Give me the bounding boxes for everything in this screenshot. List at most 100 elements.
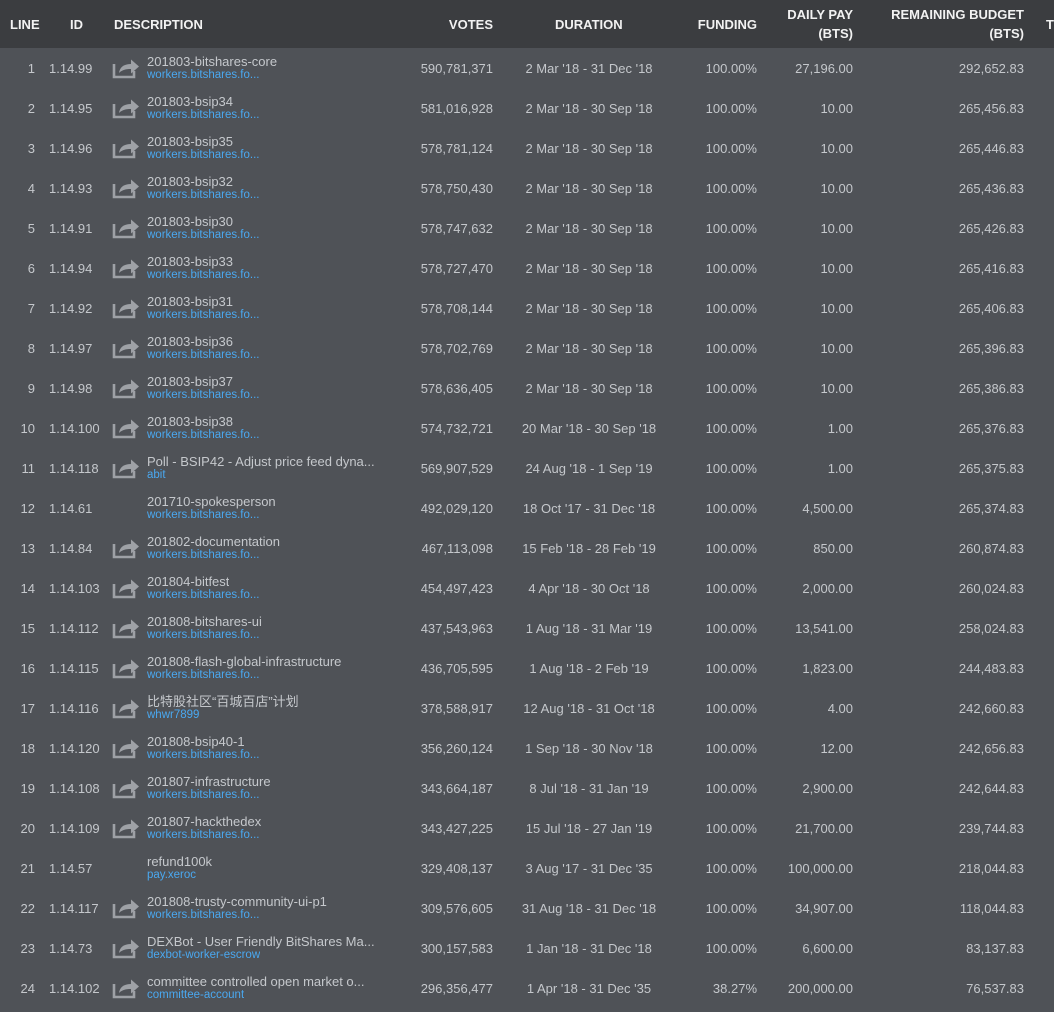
row-duration: 1 Aug '18 - 31 Mar '19: [525, 620, 653, 636]
row-worker-id: 1.14.117: [49, 900, 99, 916]
worker-url-link[interactable]: pay.xeroc: [147, 869, 196, 882]
row-worker-id: 1.14.93: [49, 180, 93, 196]
row-funding: 100.00%: [705, 420, 757, 436]
worker-url-link[interactable]: workers.bitshares.fo...: [147, 589, 259, 602]
row-funding: 100.00%: [705, 940, 757, 956]
row-funding: 100.00%: [705, 860, 757, 876]
header-id[interactable]: ID: [70, 0, 83, 48]
header-votes[interactable]: VOTES: [420, 0, 493, 48]
row-worker-id: 1.14.61: [49, 500, 93, 516]
worker-url-link[interactable]: workers.bitshares.fo...: [147, 629, 259, 642]
share-icon[interactable]: [112, 408, 142, 448]
worker-name: 201710-spokesperson: [147, 494, 276, 509]
row-duration: 15 Feb '18 - 28 Feb '19: [522, 540, 656, 556]
share-icon[interactable]: [112, 528, 142, 568]
row-remaining-budget: 239,744.83: [958, 820, 1024, 836]
worker-url-link[interactable]: workers.bitshares.fo...: [147, 309, 259, 322]
worker-url-link[interactable]: abit: [147, 469, 166, 482]
header-funding[interactable]: FUNDING: [690, 0, 757, 48]
worker-name: 201807-infrastructure: [147, 774, 271, 789]
worker-url-link[interactable]: dexbot-worker-escrow: [147, 949, 260, 962]
share-icon[interactable]: [112, 608, 142, 648]
row-daily-pay: 10.00: [820, 300, 853, 316]
header-daily-pay[interactable]: DAILY PAY (BTS): [770, 0, 853, 48]
worker-url-link[interactable]: workers.bitshares.fo...: [147, 229, 259, 242]
row-description: 201808-bsip40-1 workers.bitshares.fo...: [147, 728, 393, 768]
worker-name: 201807-hackthedex: [147, 814, 262, 829]
worker-url-link[interactable]: workers.bitshares.fo...: [147, 789, 259, 802]
row-description: 比特股社区“百城百店”计划 whwr7899: [147, 688, 393, 728]
row-duration: 2 Mar '18 - 30 Sep '18: [525, 140, 653, 156]
share-icon[interactable]: [112, 88, 142, 128]
row-worker-id: 1.14.73: [49, 940, 93, 956]
worker-name: 201803-bitshares-core: [147, 54, 278, 69]
share-icon[interactable]: [112, 808, 142, 848]
row-funding: 100.00%: [705, 460, 757, 476]
share-icon[interactable]: [112, 368, 142, 408]
row-votes: 296,356,477: [420, 980, 493, 996]
row-votes: 492,029,120: [420, 500, 493, 516]
row-line-number: 18: [20, 740, 35, 756]
row-line-number: 7: [27, 300, 35, 316]
worker-url-link[interactable]: workers.bitshares.fo...: [147, 349, 259, 362]
worker-url-link[interactable]: workers.bitshares.fo...: [147, 909, 259, 922]
worker-url-link[interactable]: workers.bitshares.fo...: [147, 669, 259, 682]
row-daily-pay: 10.00: [820, 180, 853, 196]
worker-url-link[interactable]: workers.bitshares.fo...: [147, 549, 259, 562]
worker-url-link[interactable]: workers.bitshares.fo...: [147, 189, 259, 202]
worker-url-link[interactable]: workers.bitshares.fo...: [147, 829, 259, 842]
row-duration: 2 Mar '18 - 30 Sep '18: [525, 380, 653, 396]
row-funding: 100.00%: [705, 340, 757, 356]
share-icon[interactable]: [112, 168, 142, 208]
share-icon[interactable]: [112, 728, 142, 768]
row-votes: 436,705,595: [420, 660, 493, 676]
row-worker-id: 1.14.100: [49, 420, 100, 436]
header-line[interactable]: LINE: [10, 0, 40, 48]
worker-url-link[interactable]: workers.bitshares.fo...: [147, 269, 259, 282]
share-icon[interactable]: [112, 248, 142, 288]
header-remaining-budget[interactable]: REMAINING BUDGET (BTS): [870, 0, 1024, 48]
row-remaining-budget: 292,652.83: [958, 60, 1024, 76]
share-icon[interactable]: [112, 328, 142, 368]
worker-url-link[interactable]: workers.bitshares.fo...: [147, 429, 259, 442]
table-row: 24 1.14.102 committee controlled open ma…: [0, 968, 1054, 1008]
row-votes: 378,588,917: [420, 700, 493, 716]
share-icon[interactable]: [112, 888, 142, 928]
row-remaining-budget: 242,656.83: [958, 740, 1024, 756]
worker-url-link[interactable]: committee-account: [147, 989, 244, 1002]
header-extra-truncated[interactable]: T: [1046, 0, 1054, 48]
row-duration: 31 Aug '18 - 31 Dec '18: [521, 900, 657, 916]
header-duration[interactable]: DURATION: [555, 0, 623, 48]
share-icon[interactable]: [112, 928, 142, 968]
row-daily-pay: 100,000.00: [787, 860, 853, 876]
worker-url-link[interactable]: workers.bitshares.fo...: [147, 109, 259, 122]
worker-name: 201803-bsip32: [147, 174, 234, 189]
worker-url-link[interactable]: workers.bitshares.fo...: [147, 389, 259, 402]
share-icon[interactable]: [112, 688, 142, 728]
row-worker-id: 1.14.103: [49, 580, 100, 596]
worker-url-link[interactable]: workers.bitshares.fo...: [147, 149, 259, 162]
share-icon[interactable]: [112, 208, 142, 248]
share-icon[interactable]: [112, 128, 142, 168]
table-row: 15 1.14.112 201808-bitshares-ui workers.…: [0, 608, 1054, 648]
row-remaining-budget: 265,396.83: [958, 340, 1024, 356]
share-icon[interactable]: [112, 448, 142, 488]
row-description: 201803-bitshares-core workers.bitshares.…: [147, 48, 393, 88]
table-row: 14 1.14.103 201804-bitfest workers.bitsh…: [0, 568, 1054, 608]
share-icon[interactable]: [112, 568, 142, 608]
share-icon[interactable]: [112, 288, 142, 328]
share-icon[interactable]: [112, 768, 142, 808]
worker-url-link[interactable]: workers.bitshares.fo...: [147, 69, 259, 82]
row-duration: 2 Mar '18 - 30 Sep '18: [525, 180, 653, 196]
worker-url-link[interactable]: whwr7899: [147, 709, 199, 722]
share-icon[interactable]: [112, 48, 142, 88]
header-description[interactable]: DESCRIPTION: [114, 0, 203, 48]
table-row: 16 1.14.115 201808-flash-global-infrastr…: [0, 648, 1054, 688]
row-remaining-budget: 83,137.83: [966, 940, 1024, 956]
row-duration: 3 Aug '17 - 31 Dec '35: [525, 860, 653, 876]
share-icon[interactable]: [112, 648, 142, 688]
worker-url-link[interactable]: workers.bitshares.fo...: [147, 509, 259, 522]
row-daily-pay: 10.00: [820, 140, 853, 156]
worker-url-link[interactable]: workers.bitshares.fo...: [147, 749, 259, 762]
share-icon[interactable]: [112, 968, 142, 1008]
